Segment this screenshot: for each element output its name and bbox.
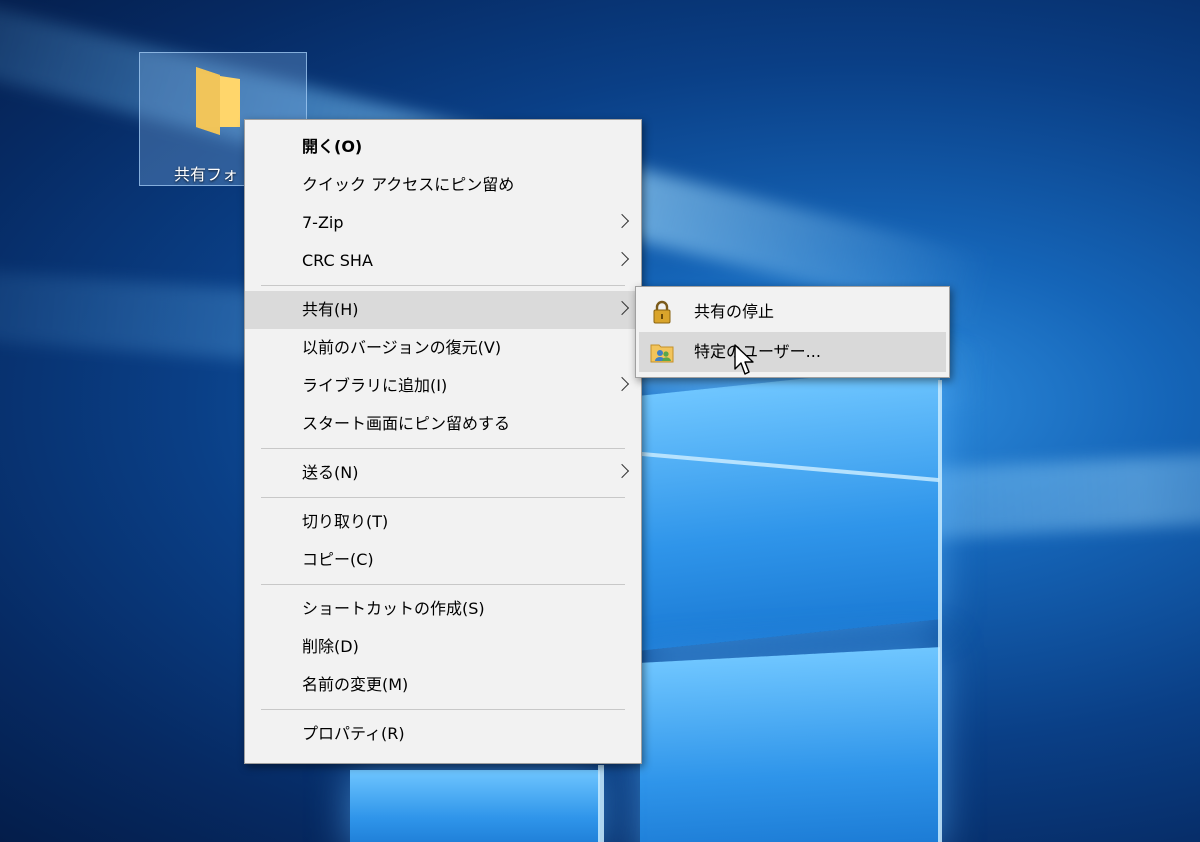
menu-separator xyxy=(261,448,625,449)
window-divider xyxy=(598,765,604,842)
menu-item-open[interactable]: 開く(O) xyxy=(245,128,641,166)
menu-item-add-to-library[interactable]: ライブラリに追加(I) xyxy=(245,367,641,405)
context-menu: 開く(O) クイック アクセスにピン留め 7-Zip CRC SHA 共有(H)… xyxy=(244,119,642,764)
menu-item-cut[interactable]: 切り取り(T) xyxy=(245,503,641,541)
menu-item-copy[interactable]: コピー(C) xyxy=(245,541,641,579)
menu-separator xyxy=(261,285,625,286)
menu-item-delete[interactable]: 削除(D) xyxy=(245,628,641,666)
menu-item-create-shortcut[interactable]: ショートカットの作成(S) xyxy=(245,590,641,628)
menu-item-7zip[interactable]: 7-Zip xyxy=(245,204,641,242)
chevron-right-icon xyxy=(614,251,630,267)
menu-item-label: 送る(N) xyxy=(302,463,359,482)
menu-item-pin-quick-access[interactable]: クイック アクセスにピン留め xyxy=(245,166,641,204)
menu-separator xyxy=(261,584,625,585)
chevron-right-icon xyxy=(614,376,630,392)
menu-item-crc-sha[interactable]: CRC SHA xyxy=(245,242,641,280)
submenu-item-label: 特定のユーザー... xyxy=(694,342,821,361)
lock-icon xyxy=(653,300,671,324)
window-pane xyxy=(350,770,600,842)
menu-item-label: 7-Zip xyxy=(302,213,344,232)
window-divider xyxy=(938,380,942,842)
menu-item-rename[interactable]: 名前の変更(M) xyxy=(245,666,641,704)
menu-item-send-to[interactable]: 送る(N) xyxy=(245,454,641,492)
window-pane xyxy=(640,364,940,651)
chevron-right-icon xyxy=(614,300,630,316)
submenu-item-specific-people[interactable]: 特定のユーザー... xyxy=(639,332,946,372)
menu-item-pin-start[interactable]: スタート画面にピン留めする xyxy=(245,405,641,443)
chevron-right-icon xyxy=(614,463,630,479)
mouse-cursor-icon xyxy=(734,344,754,375)
menu-item-properties[interactable]: プロパティ(R) xyxy=(245,715,641,753)
menu-item-label: ライブラリに追加(I) xyxy=(302,376,448,395)
menu-separator xyxy=(261,497,625,498)
window-pane xyxy=(640,647,940,842)
menu-separator xyxy=(261,709,625,710)
menu-item-label: CRC SHA xyxy=(302,251,373,270)
menu-item-share[interactable]: 共有(H) xyxy=(245,291,641,329)
submenu-item-stop-sharing[interactable]: 共有の停止 xyxy=(636,292,949,332)
submenu-item-label: 共有の停止 xyxy=(694,302,775,321)
share-submenu: 共有の停止 特定のユーザー... xyxy=(635,286,950,378)
folder-icon xyxy=(196,67,240,135)
chevron-right-icon xyxy=(614,213,630,229)
menu-item-restore-versions[interactable]: 以前のバージョンの復元(V) xyxy=(245,329,641,367)
menu-item-label: 共有(H) xyxy=(302,300,359,319)
users-folder-icon xyxy=(650,344,674,363)
